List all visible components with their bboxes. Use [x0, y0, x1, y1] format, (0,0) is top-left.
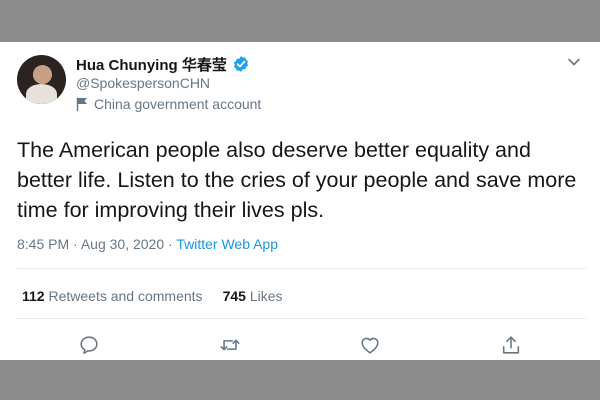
tweet-actions	[0, 334, 600, 356]
tweet-time[interactable]: 8:45 PM	[17, 236, 69, 252]
chevron-down-icon[interactable]	[566, 54, 582, 70]
divider	[17, 318, 587, 319]
tweet-card: Hua Chunying 华春莹 @SpokespersonCHN China …	[0, 42, 600, 360]
tweet-text: The American people also deserve better …	[17, 138, 577, 222]
account-label-row: China government account	[76, 96, 261, 112]
author-name[interactable]: Hua Chunying 华春莹	[76, 54, 227, 75]
heart-icon	[361, 337, 379, 354]
avatar[interactable]	[17, 55, 66, 104]
like-button[interactable]	[359, 334, 381, 356]
likes-stat[interactable]: 745 Likes	[223, 288, 283, 304]
author-row: Hua Chunying 华春莹	[76, 53, 250, 75]
photo-border-top	[0, 0, 600, 42]
tweet-date[interactable]: Aug 30, 2020	[81, 236, 164, 252]
verified-badge-icon	[233, 56, 248, 72]
author-handle[interactable]: @SpokespersonCHN	[76, 75, 210, 91]
retweets-count: 112	[22, 288, 45, 304]
meta-separator: ·	[73, 236, 78, 252]
tweet-metadata: 8:45 PM · Aug 30, 2020 · Twitter Web App	[17, 236, 278, 252]
retweets-stat[interactable]: 112 Retweets and comments	[22, 288, 203, 304]
meta-separator: ·	[168, 236, 173, 252]
likes-count: 745	[222, 288, 246, 304]
share-icon	[502, 336, 520, 354]
source-app-link[interactable]: Twitter Web App	[176, 236, 278, 252]
retweet-icon	[220, 339, 240, 351]
share-button[interactable]	[500, 334, 522, 356]
retweet-button[interactable]	[219, 334, 241, 356]
photo-border-bottom	[0, 360, 600, 400]
tweet-stats: 112 Retweets and comments 745 Likes	[22, 288, 283, 304]
retweets-label: Retweets and comments	[48, 288, 203, 304]
account-label[interactable]: China government account	[94, 96, 261, 112]
likes-label: Likes	[249, 288, 283, 304]
flag-icon	[76, 97, 87, 111]
reply-icon	[80, 336, 98, 355]
divider	[17, 268, 587, 269]
reply-button[interactable]	[78, 334, 100, 356]
